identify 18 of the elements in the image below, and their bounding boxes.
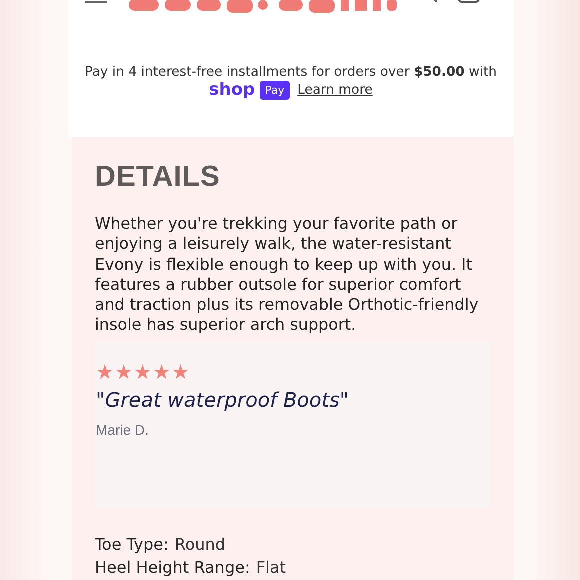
spec-label: Toe Type:	[95, 534, 169, 556]
pay-badge: Pay	[260, 81, 290, 100]
spec-label: Heel Height Range:	[95, 556, 250, 579]
installments-text: Pay in 4 interest-free installments for orders over $50.00 with	[84, 65, 497, 80]
learn-more-link[interactable]: Learn more	[298, 82, 373, 99]
shop-logo: shop	[209, 82, 256, 99]
spec-value: Round	[174, 534, 226, 556]
star-icon: ★	[172, 362, 190, 382]
logo-drawing[interactable]	[129, 0, 399, 13]
review-author: Marie D.	[96, 422, 150, 438]
star-icon: ★	[134, 362, 152, 382]
star-icon: ★	[152, 362, 171, 382]
description-text: Whether you're trekking your favorite path or enjoying a leisurely walk, the water-resistant Evony is flexible enough to keep up with you. It features a rubber outsole for superior comfort and traction plus its removable Orthotic-friendly insole has superior arch support.	[95, 214, 480, 336]
spec-value: Flat	[256, 556, 286, 579]
review-title: "Great waterproof Boots"	[96, 388, 350, 412]
star-icon: ★	[96, 362, 114, 382]
star-icon: ★	[114, 362, 133, 382]
details-heading: DETAILS	[95, 161, 222, 194]
